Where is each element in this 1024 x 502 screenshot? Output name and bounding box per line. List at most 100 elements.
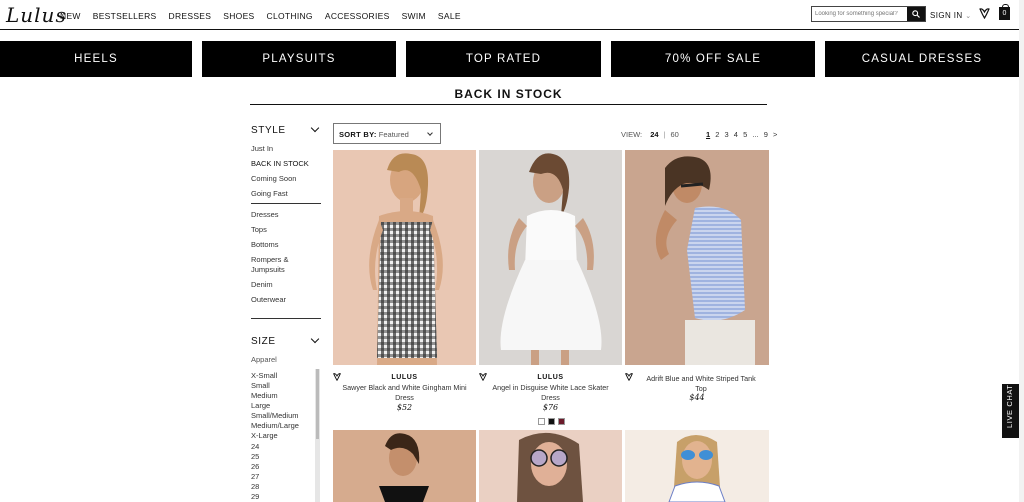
- site-header: Lulus NEW BESTSELLERS DRESSES SHOES CLOT…: [0, 0, 1024, 30]
- banner-heels[interactable]: HEELS: [0, 41, 192, 77]
- view-option-60[interactable]: 60: [671, 130, 679, 139]
- sort-label: SORT BY:: [339, 130, 377, 139]
- product-price: $76: [542, 403, 559, 412]
- size-option[interactable]: 27: [251, 472, 259, 481]
- color-swatch-white[interactable]: [538, 418, 545, 425]
- product-image[interactable]: [625, 430, 769, 502]
- product-image[interactable]: [479, 150, 622, 365]
- product-price: $44: [689, 393, 705, 402]
- size-option[interactable]: Large: [251, 401, 270, 410]
- size-option[interactable]: Small/Medium: [251, 411, 299, 420]
- page-link[interactable]: 3: [725, 130, 729, 139]
- product-name[interactable]: Angel in Disguise White Lace Skater Dres…: [479, 383, 622, 402]
- pagination: 1 2 3 4 5 ... 9 >: [706, 130, 780, 139]
- size-option[interactable]: Medium/Large: [251, 421, 299, 430]
- style-filter-heading[interactable]: STYLE: [251, 125, 286, 136]
- size-option[interactable]: 24: [251, 442, 259, 451]
- sort-dropdown[interactable]: SORT BY: Featured: [333, 123, 441, 144]
- nav-bestsellers[interactable]: BESTSELLERS: [93, 11, 157, 21]
- shopping-bag-icon[interactable]: 0: [999, 4, 1010, 20]
- banner-playsuits[interactable]: PLAYSUITS: [202, 41, 396, 77]
- size-option[interactable]: X-Small: [251, 371, 277, 380]
- sign-in-label: SIGN IN: [930, 11, 963, 20]
- banner-sale[interactable]: 70% OFF SALE: [611, 41, 815, 77]
- size-option[interactable]: Medium: [251, 391, 278, 400]
- nav-shoes[interactable]: SHOES: [223, 11, 254, 21]
- chevron-down-icon: [427, 130, 433, 136]
- color-swatch-black[interactable]: [548, 418, 555, 425]
- size-group-label: Apparel: [251, 355, 277, 364]
- sign-in-link[interactable]: SIGN IN ⌄: [930, 11, 971, 20]
- page-link[interactable]: 2: [715, 130, 719, 139]
- filter-outerwear[interactable]: Outerwear: [251, 295, 286, 304]
- nav-swim[interactable]: SWIM: [402, 11, 426, 21]
- sidebar-divider: [251, 203, 321, 204]
- title-divider: [250, 104, 767, 105]
- sidebar-divider: [251, 318, 321, 319]
- filter-tops[interactable]: Tops: [251, 225, 267, 234]
- banner-casual-dresses[interactable]: CASUAL DRESSES: [825, 41, 1019, 77]
- search-button[interactable]: [907, 7, 925, 21]
- product-image[interactable]: [333, 150, 476, 365]
- filter-coming-soon[interactable]: Coming Soon: [251, 174, 296, 183]
- product-name-line: Dress: [395, 392, 414, 402]
- chevron-down-icon: ⌄: [965, 13, 972, 20]
- page-title: BACK IN STOCK: [454, 87, 563, 101]
- product-name-line: Top: [695, 383, 707, 393]
- size-option[interactable]: 28: [251, 482, 259, 491]
- heart-icon[interactable]: [979, 8, 990, 19]
- bag-count: 0: [1002, 10, 1007, 17]
- size-option[interactable]: 26: [251, 462, 259, 471]
- product-name[interactable]: Sawyer Black and White Gingham Mini Dres…: [333, 383, 476, 402]
- page-link[interactable]: 4: [734, 130, 738, 139]
- sort-value: Featured: [378, 130, 409, 139]
- search-box: [811, 6, 926, 22]
- nav-sale[interactable]: SALE: [438, 11, 461, 21]
- size-option[interactable]: 25: [251, 452, 259, 461]
- page-link[interactable]: 5: [743, 130, 747, 139]
- nav-accessories[interactable]: ACCESSORIES: [325, 11, 390, 21]
- product-brand: LULUS: [391, 374, 418, 381]
- size-list-scrollbar[interactable]: [315, 369, 320, 502]
- filter-rompers[interactable]: Rompers &: [251, 255, 289, 264]
- size-filter-heading[interactable]: SIZE: [251, 336, 276, 347]
- size-option[interactable]: X-Large: [251, 431, 278, 440]
- search-input[interactable]: [815, 8, 903, 20]
- next-page-link[interactable]: >: [773, 130, 777, 139]
- search-icon: [912, 10, 920, 18]
- chevron-down-icon[interactable]: [310, 334, 320, 344]
- filter-dresses[interactable]: Dresses: [251, 210, 279, 219]
- nav-dresses[interactable]: DRESSES: [169, 11, 212, 21]
- product-name-line: Dress: [541, 392, 560, 402]
- filter-bottoms[interactable]: Bottoms: [251, 240, 279, 249]
- size-option[interactable]: 29: [251, 492, 259, 501]
- page-ellipsis: ...: [752, 130, 759, 139]
- product-price: $52: [396, 403, 413, 412]
- chevron-down-icon[interactable]: [310, 123, 320, 133]
- filter-jumpsuits[interactable]: Jumpsuits: [251, 265, 285, 274]
- heart-icon[interactable]: [625, 373, 633, 381]
- filter-going-fast[interactable]: Going Fast: [251, 189, 288, 198]
- product-brand: LULUS: [537, 374, 564, 381]
- filter-just-in[interactable]: Just In: [251, 144, 273, 153]
- filter-denim[interactable]: Denim: [251, 280, 273, 289]
- product-image[interactable]: [479, 430, 622, 502]
- size-option[interactable]: Small: [251, 381, 270, 390]
- nav-new[interactable]: NEW: [60, 11, 81, 21]
- page-scrollbar[interactable]: [1019, 0, 1024, 502]
- page-link[interactable]: 9: [764, 130, 768, 139]
- lulus-logo[interactable]: Lulus: [6, 3, 67, 27]
- product-image[interactable]: [625, 150, 769, 365]
- banner-top-rated[interactable]: TOP RATED: [406, 41, 601, 77]
- main-nav: NEW BESTSELLERS DRESSES SHOES CLOTHING A…: [60, 11, 473, 21]
- view-option-24[interactable]: 24: [650, 130, 658, 139]
- product-image[interactable]: [333, 430, 476, 502]
- product-name-line: Angel in Disguise White Lace Skater: [492, 383, 609, 392]
- color-swatch-burgundy[interactable]: [558, 418, 565, 425]
- product-name-line: Adrift Blue and White Striped Tank: [646, 374, 756, 383]
- filter-back-in-stock[interactable]: BACK IN STOCK: [251, 159, 309, 168]
- page-link[interactable]: 1: [706, 130, 710, 139]
- product-name[interactable]: Adrift Blue and White Striped Tank Top: [633, 374, 769, 393]
- view-label: VIEW:: [621, 130, 643, 139]
- nav-clothing[interactable]: CLOTHING: [267, 11, 313, 21]
